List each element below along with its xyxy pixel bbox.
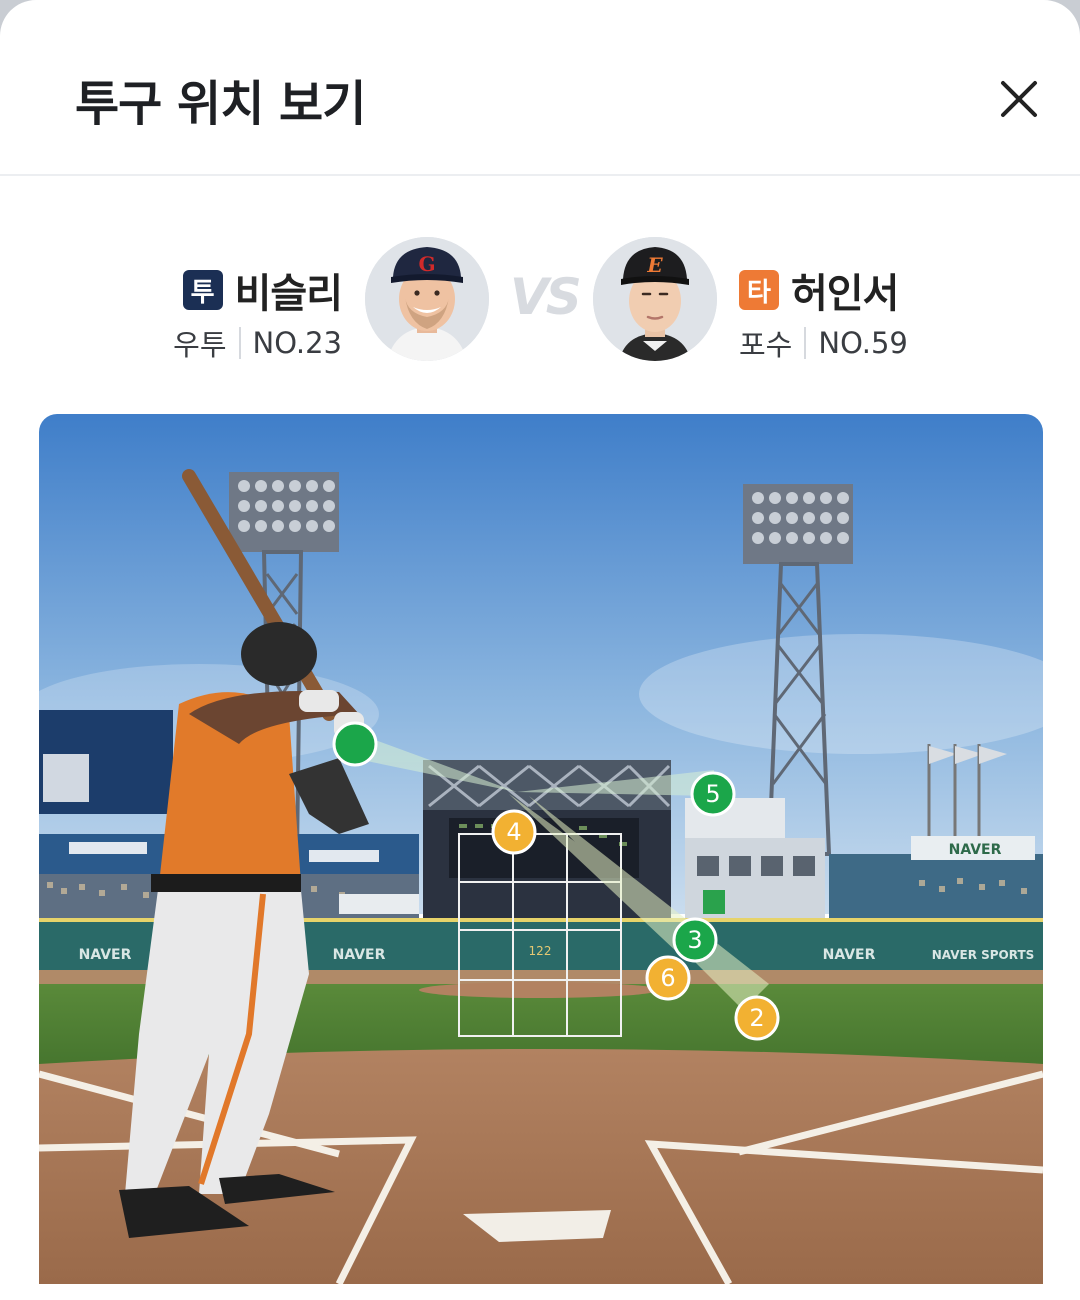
wall-sign: NAVER SPORTS xyxy=(932,948,1035,962)
pitch-marker[interactable]: 5 xyxy=(690,771,736,817)
batter-number: NO.59 xyxy=(818,326,908,360)
pitch-marker-label: 6 xyxy=(660,964,675,992)
divider xyxy=(238,327,241,359)
pitcher-info: 투 비슬리 우투 NO.23 xyxy=(173,261,343,364)
divider xyxy=(804,327,807,359)
batter-info: 타 허인서 포수 NO.59 xyxy=(739,264,908,364)
wall-sign: NAVER xyxy=(333,947,386,963)
pitcher-avatar[interactable]: G xyxy=(365,237,489,361)
pitch-location-field: NAVER NAVER NAVER NAVER SPORTS NAVER 122… xyxy=(39,414,1043,1284)
pitcher-role-badge: 투 xyxy=(182,270,223,310)
sheet-title: 투구 위치 보기 xyxy=(75,76,366,132)
svg-text:G: G xyxy=(418,252,435,276)
batter-position: 포수 xyxy=(739,328,793,362)
vs-label: VS xyxy=(510,268,582,326)
bottom-sheet: 투구 위치 보기 투 비슬리 우투 NO.23 G VS E 타 허인서 포수 … xyxy=(0,0,1080,1300)
pitch-marker[interactable] xyxy=(332,721,378,767)
pitch-marker[interactable]: 4 xyxy=(491,809,537,855)
batter-avatar[interactable]: E xyxy=(593,237,717,361)
close-icon xyxy=(1001,81,1037,117)
pitch-marker-label: 3 xyxy=(687,926,702,954)
pitchers-mound xyxy=(419,982,659,998)
stand-sign: NAVER xyxy=(949,842,1002,858)
pitch-marker[interactable]: 3 xyxy=(672,917,718,963)
pitcher-number: NO.23 xyxy=(252,326,342,360)
wall-sign: NAVER xyxy=(823,947,876,963)
batter-role-badge: 타 xyxy=(739,270,779,310)
wall-sign: NAVER xyxy=(79,947,132,963)
pitcher-name[interactable]: 비슬리 xyxy=(235,261,343,319)
pitcher-position: 우투 xyxy=(173,328,227,362)
pitch-marker[interactable]: 6 xyxy=(645,955,691,1001)
pitch-marker-label: 2 xyxy=(749,1004,764,1032)
sheet-header: 투구 위치 보기 xyxy=(0,0,1080,176)
pitch-marker-label: 4 xyxy=(506,818,521,846)
pitch-marker[interactable]: 2 xyxy=(734,995,780,1041)
batter-name[interactable]: 허인서 xyxy=(791,261,899,319)
pitch-marker-circle xyxy=(332,721,378,767)
pitch-marker-label: 5 xyxy=(705,780,720,808)
pitch-speed-readout: 122 xyxy=(529,944,552,958)
close-button[interactable] xyxy=(990,70,1048,128)
svg-text:E: E xyxy=(646,253,663,277)
